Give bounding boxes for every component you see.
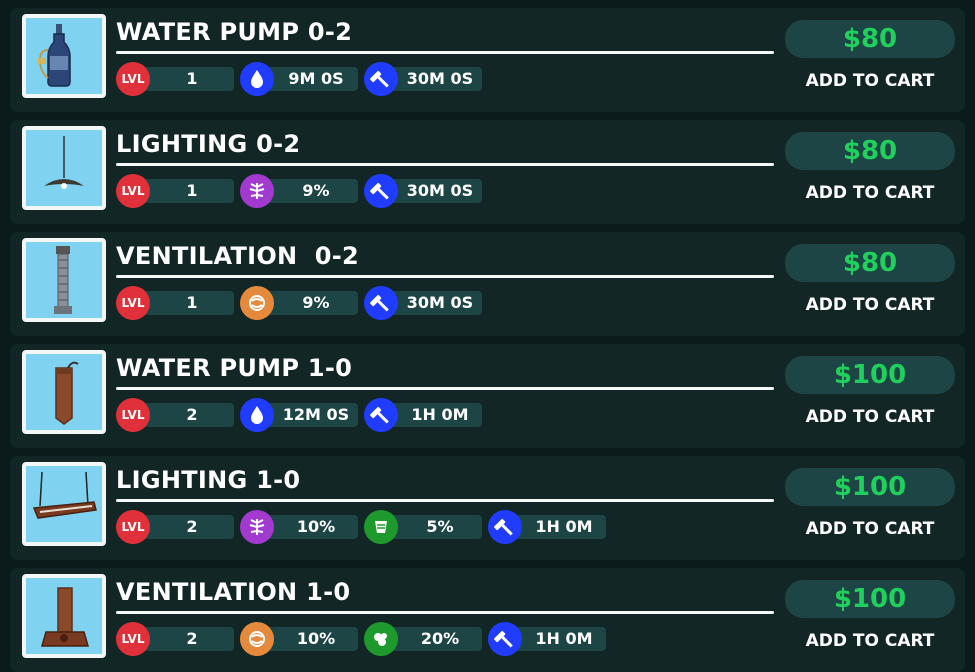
growth-stat: 20%: [364, 622, 482, 656]
level-value: 2: [136, 627, 234, 651]
growth-stat-value: 20%: [384, 627, 482, 651]
hammer-icon: [364, 398, 398, 432]
hammer-icon: [364, 62, 398, 96]
build-time-stat: 1H 0M: [488, 510, 606, 544]
level-value: 2: [136, 403, 234, 427]
item-title: VENTILATION 1-0: [116, 578, 351, 606]
level-badge: LVL: [116, 62, 150, 96]
hammer-icon: [364, 286, 398, 320]
title-divider: [116, 163, 774, 166]
water-pump-bottle-icon: [22, 14, 106, 98]
yield-icon: [364, 510, 398, 544]
title-divider: [116, 275, 774, 278]
light-stat: 9%: [240, 174, 358, 208]
light-stat-value: 9%: [260, 179, 358, 203]
price-button[interactable]: $100: [785, 356, 955, 394]
item-title: VENTILATION 0-2: [116, 242, 360, 270]
level-value: 2: [136, 515, 234, 539]
water-drop-icon: [240, 398, 274, 432]
item-title: WATER PUMP 0-2: [116, 18, 353, 46]
level-badge: LVL: [116, 286, 150, 320]
airflow-stat-value: 9%: [260, 291, 358, 315]
build-time-value: 30M 0S: [384, 179, 482, 203]
build-time-value: 1H 0M: [508, 627, 606, 651]
build-time-stat: 1H 0M: [488, 622, 606, 656]
build-time-value: 1H 0M: [508, 515, 606, 539]
build-time-value: 30M 0S: [384, 291, 482, 315]
airflow-icon: [240, 286, 274, 320]
grow-light-panel-icon: [22, 462, 106, 546]
price-button[interactable]: $80: [785, 132, 955, 170]
shop-item-row: VENTILATION 0-2 1 LVL 9% 30M 0S $80 ADD …: [10, 232, 965, 336]
vent-duct-icon: [22, 238, 106, 322]
water-stat: 9M 0S: [240, 62, 358, 96]
shop-item-list: WATER PUMP 0-2 1 LVL 9M 0S 30M 0S $80 AD…: [0, 0, 975, 672]
wooden-vent-icon: [22, 574, 106, 658]
level-value: 1: [136, 67, 234, 91]
water-stat: 12M 0S: [240, 398, 358, 432]
build-time-stat: 30M 0S: [364, 174, 482, 208]
water-stat-value: 12M 0S: [260, 403, 358, 427]
item-title: LIGHTING 1-0: [116, 466, 301, 494]
hammer-icon: [488, 510, 522, 544]
add-to-cart-button[interactable]: ADD TO CART: [785, 404, 955, 430]
build-time-stat: 1H 0M: [364, 398, 482, 432]
add-to-cart-button[interactable]: ADD TO CART: [785, 516, 955, 542]
light-stat-value: 10%: [260, 515, 358, 539]
level-stat: 2 LVL: [116, 510, 234, 544]
level-badge: LVL: [116, 510, 150, 544]
level-badge: LVL: [116, 622, 150, 656]
build-time-value: 1H 0M: [384, 403, 482, 427]
item-title: WATER PUMP 1-0: [116, 354, 353, 382]
hammer-icon: [364, 174, 398, 208]
level-stat: 1 LVL: [116, 286, 234, 320]
airflow-icon: [240, 622, 274, 656]
add-to-cart-button[interactable]: ADD TO CART: [785, 292, 955, 318]
shop-item-row: WATER PUMP 1-0 2 LVL 12M 0S 1H 0M $100 A…: [10, 344, 965, 448]
shop-item-row: WATER PUMP 0-2 1 LVL 9M 0S 30M 0S $80 AD…: [10, 8, 965, 112]
build-time-stat: 30M 0S: [364, 286, 482, 320]
yield-stat-value: 5%: [384, 515, 482, 539]
title-divider: [116, 387, 774, 390]
add-to-cart-button[interactable]: ADD TO CART: [785, 628, 955, 654]
shop-item-row: LIGHTING 0-2 1 LVL 9% 30M 0S $80 ADD TO …: [10, 120, 965, 224]
level-stat: 2 LVL: [116, 622, 234, 656]
title-divider: [116, 499, 774, 502]
build-time-stat: 30M 0S: [364, 62, 482, 96]
airflow-stat-value: 10%: [260, 627, 358, 651]
airflow-stat: 9%: [240, 286, 358, 320]
water-stat-value: 9M 0S: [260, 67, 358, 91]
price-button[interactable]: $100: [785, 468, 955, 506]
hanging-lamp-icon: [22, 126, 106, 210]
water-drop-icon: [240, 62, 274, 96]
light-boost-icon: [240, 174, 274, 208]
item-title: LIGHTING 0-2: [116, 130, 301, 158]
shop-item-row: VENTILATION 1-0 2 LVL 10% 20% 1H 0M $100…: [10, 568, 965, 672]
airflow-stat: 10%: [240, 622, 358, 656]
hammer-icon: [488, 622, 522, 656]
level-stat: 1 LVL: [116, 62, 234, 96]
level-stat: 1 LVL: [116, 174, 234, 208]
add-to-cart-button[interactable]: ADD TO CART: [785, 180, 955, 206]
light-boost-icon: [240, 510, 274, 544]
price-button[interactable]: $100: [785, 580, 955, 618]
title-divider: [116, 611, 774, 614]
price-button[interactable]: $80: [785, 244, 955, 282]
level-stat: 2 LVL: [116, 398, 234, 432]
wooden-pump-icon: [22, 350, 106, 434]
price-button[interactable]: $80: [785, 20, 955, 58]
level-badge: LVL: [116, 398, 150, 432]
level-value: 1: [136, 291, 234, 315]
title-divider: [116, 51, 774, 54]
shop-item-row: LIGHTING 1-0 2 LVL 10% 5% 1H 0M $100 ADD…: [10, 456, 965, 560]
level-value: 1: [136, 179, 234, 203]
build-time-value: 30M 0S: [384, 67, 482, 91]
growth-icon: [364, 622, 398, 656]
yield-stat: 5%: [364, 510, 482, 544]
add-to-cart-button[interactable]: ADD TO CART: [785, 68, 955, 94]
level-badge: LVL: [116, 174, 150, 208]
light-stat: 10%: [240, 510, 358, 544]
